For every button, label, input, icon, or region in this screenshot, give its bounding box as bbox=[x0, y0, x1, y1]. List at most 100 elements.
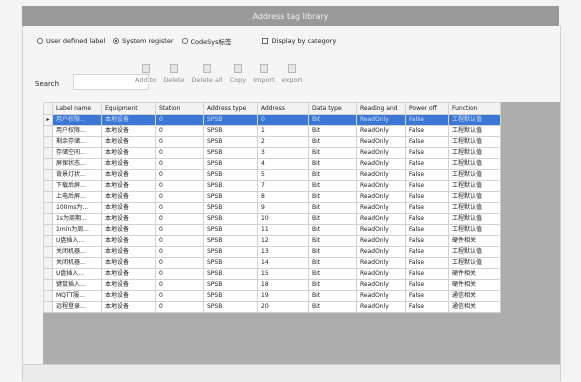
table-cell[interactable]: 工程默认值 bbox=[448, 125, 501, 137]
table-cell[interactable]: SPSB bbox=[203, 246, 258, 258]
table-row[interactable]: 背景灯状... 本地设备 0 SPSB 5 Bit ReadOnly False 工程默认值 bbox=[43, 169, 501, 181]
table-row[interactable]: MQTT服... 本地设备 0 SPSB 19 Bit ReadOnly False 通信相关 bbox=[43, 290, 501, 302]
table-cell[interactable]: ReadOnly bbox=[356, 279, 406, 291]
table-cell[interactable]: 4 bbox=[257, 158, 309, 170]
table-cell[interactable]: ReadOnly bbox=[356, 290, 406, 302]
table-cell[interactable]: ReadOnly bbox=[356, 301, 406, 313]
table-cell[interactable]: 0 bbox=[155, 114, 204, 126]
table-cell[interactable]: 本地设备 bbox=[101, 136, 156, 148]
table-cell[interactable]: 屏保状态... bbox=[52, 158, 102, 170]
table-cell[interactable]: Bit bbox=[308, 158, 357, 170]
table-cell[interactable]: 关闭机器... bbox=[52, 257, 102, 269]
table-cell[interactable]: Bit bbox=[308, 114, 357, 126]
table-cell[interactable]: 100ms为... bbox=[52, 202, 102, 214]
row-header[interactable] bbox=[43, 290, 53, 302]
table-cell[interactable]: False bbox=[405, 301, 449, 313]
row-header[interactable] bbox=[43, 180, 53, 192]
table-cell[interactable]: SPSB bbox=[203, 136, 258, 148]
column-header[interactable]: Reading and bbox=[356, 102, 406, 115]
table-cell[interactable]: False bbox=[405, 213, 449, 225]
table-cell[interactable]: 12 bbox=[257, 235, 309, 247]
table-cell[interactable]: ReadOnly bbox=[356, 191, 406, 203]
table-cell[interactable]: False bbox=[405, 202, 449, 214]
table-cell[interactable]: 硬件相关 bbox=[448, 268, 501, 280]
table-cell[interactable]: SPSB bbox=[203, 224, 258, 236]
table-row[interactable]: ▸ 用户权限... 本地设备 0 SPSB 0 Bit ReadOnly False 工程默认值 bbox=[43, 114, 501, 126]
table-cell[interactable]: 工程默认值 bbox=[448, 136, 501, 148]
table-cell[interactable]: U盘插入... bbox=[52, 268, 102, 280]
radio-system-register[interactable]: System register bbox=[113, 37, 174, 45]
table-cell[interactable]: 15 bbox=[257, 268, 309, 280]
table-cell[interactable]: ReadOnly bbox=[356, 125, 406, 137]
import-button[interactable]: Import bbox=[253, 64, 275, 84]
table-cell[interactable]: 0 bbox=[155, 224, 204, 236]
row-header[interactable] bbox=[43, 191, 53, 203]
column-header[interactable]: Address bbox=[257, 102, 309, 115]
row-header[interactable] bbox=[43, 246, 53, 258]
table-cell[interactable]: ReadOnly bbox=[356, 224, 406, 236]
table-cell[interactable]: False bbox=[405, 180, 449, 192]
row-header[interactable] bbox=[43, 301, 53, 313]
table-cell[interactable]: 7 bbox=[257, 180, 309, 192]
table-cell[interactable]: 本地设备 bbox=[101, 114, 156, 126]
row-header[interactable] bbox=[43, 279, 53, 291]
table-cell[interactable]: Bit bbox=[308, 279, 357, 291]
table-cell[interactable]: False bbox=[405, 191, 449, 203]
table-cell[interactable]: SPSB bbox=[203, 147, 258, 159]
table-cell[interactable]: 0 bbox=[155, 290, 204, 302]
table-cell[interactable]: ReadOnly bbox=[356, 246, 406, 258]
table-cell[interactable]: 2 bbox=[257, 136, 309, 148]
table-cell[interactable]: 工程默认值 bbox=[448, 224, 501, 236]
table-cell[interactable]: ReadOnly bbox=[356, 158, 406, 170]
table-cell[interactable]: Bit bbox=[308, 224, 357, 236]
table-cell[interactable]: SPSB bbox=[203, 290, 258, 302]
table-cell[interactable]: SPSB bbox=[203, 158, 258, 170]
table-cell[interactable]: SPSB bbox=[203, 191, 258, 203]
table-cell[interactable]: SPSB bbox=[203, 125, 258, 137]
row-header[interactable] bbox=[43, 158, 53, 170]
table-cell[interactable]: 0 bbox=[155, 246, 204, 258]
table-row[interactable]: U盘插入... 本地设备 0 SPSB 12 Bit ReadOnly False 硬件相关 bbox=[43, 235, 501, 247]
table-cell[interactable]: 0 bbox=[155, 169, 204, 181]
table-cell[interactable]: 0 bbox=[155, 235, 204, 247]
table-cell[interactable]: 工程默认值 bbox=[448, 169, 501, 181]
table-cell[interactable]: Bit bbox=[308, 290, 357, 302]
table-cell[interactable]: SPSB bbox=[203, 235, 258, 247]
table-cell[interactable]: 工程默认值 bbox=[448, 180, 501, 192]
table-cell[interactable]: ReadOnly bbox=[356, 180, 406, 192]
current-row-arrow-icon[interactable]: ▸ bbox=[43, 114, 53, 126]
table-cell[interactable]: Bit bbox=[308, 246, 357, 258]
table-row[interactable]: 剩余存储... 本地设备 0 SPSB 2 Bit ReadOnly False 工程默认值 bbox=[43, 136, 501, 148]
column-header[interactable]: Function bbox=[448, 102, 501, 115]
row-header[interactable] bbox=[43, 224, 53, 236]
table-cell[interactable]: 本地设备 bbox=[101, 235, 156, 247]
table-cell[interactable]: U盘插入... bbox=[52, 235, 102, 247]
table-cell[interactable]: Bit bbox=[308, 213, 357, 225]
table-cell[interactable]: 通信相关 bbox=[448, 290, 501, 302]
table-cell[interactable]: 0 bbox=[155, 158, 204, 170]
table-cell[interactable]: Bit bbox=[308, 235, 357, 247]
table-cell[interactable]: ReadOnly bbox=[356, 169, 406, 181]
table-cell[interactable]: Bit bbox=[308, 169, 357, 181]
table-cell[interactable]: 键鼠插入... bbox=[52, 279, 102, 291]
table-cell[interactable]: 5 bbox=[257, 169, 309, 181]
table-cell[interactable]: 本地设备 bbox=[101, 224, 156, 236]
row-header[interactable] bbox=[43, 125, 53, 137]
table-cell[interactable]: 本地设备 bbox=[101, 268, 156, 280]
table-cell[interactable]: 本地设备 bbox=[101, 191, 156, 203]
table-cell[interactable]: 0 bbox=[155, 125, 204, 137]
table-cell[interactable]: 19 bbox=[257, 290, 309, 302]
table-cell[interactable]: 本地设备 bbox=[101, 180, 156, 192]
table-cell[interactable]: Bit bbox=[308, 202, 357, 214]
table-cell[interactable]: ReadOnly bbox=[356, 114, 406, 126]
table-cell[interactable]: Bit bbox=[308, 136, 357, 148]
table-cell[interactable]: 本地设备 bbox=[101, 202, 156, 214]
table-cell[interactable]: 1s为周期... bbox=[52, 213, 102, 225]
table-cell[interactable]: 剩余存储... bbox=[52, 136, 102, 148]
table-cell[interactable]: SPSB bbox=[203, 268, 258, 280]
table-cell[interactable]: False bbox=[405, 268, 449, 280]
row-header[interactable] bbox=[43, 136, 53, 148]
table-cell[interactable]: 工程默认值 bbox=[448, 158, 501, 170]
table-row[interactable]: 关闭机器... 本地设备 0 SPSB 13 Bit ReadOnly False 工程默认值 bbox=[43, 246, 501, 258]
row-header[interactable] bbox=[43, 268, 53, 280]
